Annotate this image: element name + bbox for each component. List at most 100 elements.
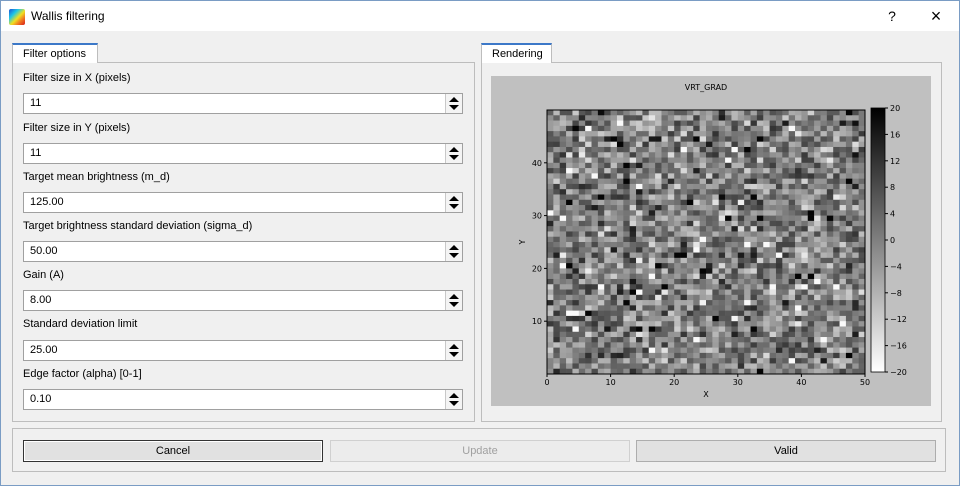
heatmap-cell [610, 310, 618, 317]
spin-down-icon[interactable] [449, 204, 459, 209]
heatmap-cell [566, 368, 573, 375]
heatmap-cell [858, 315, 866, 322]
heatmap-cell [693, 347, 700, 354]
cancel-button[interactable]: Cancel [23, 440, 323, 462]
heatmap-cell [801, 157, 809, 164]
heatmap-cell [795, 125, 802, 132]
heatmap-cell [547, 236, 554, 243]
spin-down-icon[interactable] [449, 105, 459, 110]
heatmap-cell [693, 136, 700, 142]
heatmap-cell [585, 231, 592, 238]
spin-down-icon[interactable] [449, 302, 459, 307]
filter-size-x-value[interactable]: 11 [30, 97, 41, 109]
target-mean-value[interactable]: 125.00 [30, 196, 64, 208]
heatmap-cell [680, 315, 688, 322]
heatmap-cell [814, 337, 821, 343]
heatmap-cell [814, 300, 821, 306]
heatmap-cell [547, 284, 554, 290]
heatmap-cell [699, 220, 707, 227]
spin-arrows[interactable] [445, 193, 462, 212]
target-std-value[interactable]: 50.00 [30, 245, 58, 257]
target-mean-spinbox[interactable]: 125.00 [23, 192, 463, 213]
heatmap-cell [642, 189, 650, 195]
std-limit-spinbox[interactable]: 25.00 [23, 340, 463, 361]
heatmap-cell [833, 300, 840, 306]
heatmap-cell [775, 199, 783, 206]
heatmap-cell [674, 252, 681, 259]
heatmap-cell [839, 131, 847, 137]
heatmap-cell [636, 263, 643, 269]
heatmap-cell [801, 125, 809, 132]
valid-button[interactable]: Valid [636, 440, 936, 462]
heatmap-cell [648, 363, 656, 370]
heatmap-cell [572, 205, 580, 211]
heatmap-cell [572, 157, 580, 164]
spin-arrows[interactable] [445, 242, 462, 261]
spin-down-icon[interactable] [449, 155, 459, 160]
filter-size-y-spinbox[interactable]: 11 [23, 143, 463, 164]
spin-up-icon[interactable] [449, 393, 459, 398]
heatmap-cell [674, 289, 681, 296]
filter-size-y-value[interactable]: 11 [30, 147, 41, 159]
heatmap-cell [623, 173, 630, 179]
spin-up-icon[interactable] [449, 97, 459, 102]
help-button[interactable]: ? [877, 5, 907, 27]
heatmap-cell [572, 358, 580, 364]
heatmap-cell [712, 252, 720, 259]
heatmap-cell [737, 294, 745, 301]
heatmap-cell [852, 363, 859, 370]
spin-down-icon[interactable] [449, 401, 459, 406]
spin-arrows[interactable] [445, 390, 462, 409]
heatmap-cell [680, 157, 688, 164]
heatmap-cell [858, 110, 866, 116]
spin-arrows[interactable] [445, 341, 462, 360]
heatmap-cell [775, 342, 783, 348]
spin-arrows[interactable] [445, 94, 462, 113]
heatmap-cell [725, 363, 732, 370]
heatmap-cell [718, 310, 726, 317]
tab-filter-options[interactable]: Filter options [12, 43, 98, 63]
heatmap-cell [667, 305, 675, 311]
tab-rendering[interactable]: Rendering [481, 43, 552, 63]
edge-factor-spinbox[interactable]: 0.10 [23, 389, 463, 410]
heatmap-cell [788, 215, 796, 222]
spin-arrows[interactable] [445, 291, 462, 310]
heatmap-cell [629, 183, 637, 190]
heatmap-cell [820, 363, 828, 370]
heatmap-cell [737, 268, 745, 274]
heatmap-cell [667, 183, 675, 190]
spin-up-icon[interactable] [449, 294, 459, 299]
gain-value[interactable]: 8.00 [30, 294, 51, 306]
heatmap-cell [788, 263, 796, 269]
filter-size-x-spinbox[interactable]: 11 [23, 93, 463, 114]
spin-down-icon[interactable] [449, 352, 459, 357]
spin-up-icon[interactable] [449, 245, 459, 250]
heatmap-cell [718, 168, 726, 174]
heatmap-cell [712, 125, 720, 132]
gain-spinbox[interactable]: 8.00 [23, 290, 463, 311]
heatmap-cell [788, 131, 796, 137]
heatmap-cell [763, 294, 770, 301]
heatmap-cell [655, 183, 662, 190]
heatmap-cell [623, 189, 630, 195]
heatmap-cell [610, 236, 618, 243]
heatmap-cell [547, 242, 554, 248]
heatmap-cell [623, 231, 630, 238]
target-std-spinbox[interactable]: 50.00 [23, 241, 463, 262]
heatmap-cell [706, 120, 713, 127]
close-button[interactable]: × [921, 5, 951, 27]
heatmap-cell [667, 215, 675, 222]
spin-down-icon[interactable] [449, 253, 459, 258]
spin-arrows[interactable] [445, 144, 462, 163]
spin-up-icon[interactable] [449, 196, 459, 201]
spin-up-icon[interactable] [449, 147, 459, 152]
heatmap-cell [706, 347, 713, 354]
heatmap-cell [629, 220, 637, 227]
spin-up-icon[interactable] [449, 344, 459, 349]
heatmap-cell [553, 342, 561, 348]
std-limit-value[interactable]: 25.00 [30, 344, 58, 356]
edge-factor-value[interactable]: 0.10 [30, 393, 51, 405]
heatmap-cell [616, 194, 624, 201]
heatmap-cell [725, 263, 732, 269]
heatmap-cell [795, 305, 802, 311]
